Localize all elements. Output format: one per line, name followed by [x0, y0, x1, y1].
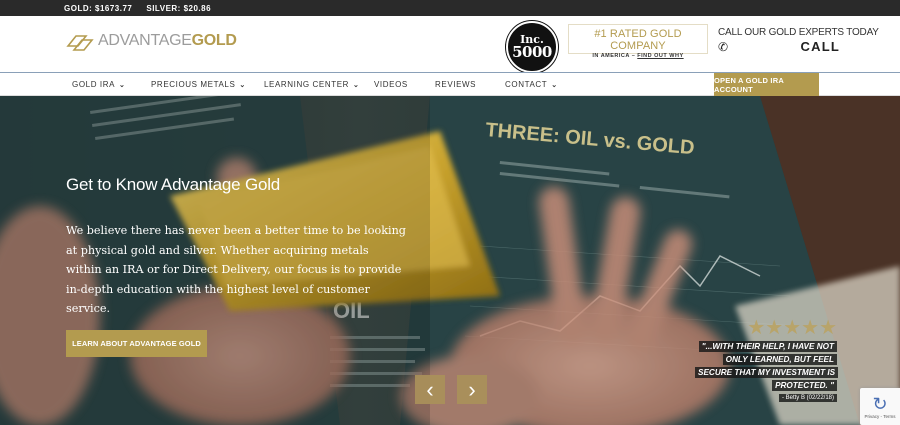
- inc-5000-badge: Inc. 5000: [506, 21, 558, 73]
- recaptcha-badge[interactable]: ↻ Privacy - Terms: [860, 388, 900, 425]
- learn-about-button[interactable]: LEARN ABOUT ADVANTAGE GOLD: [66, 330, 207, 357]
- rated-title: #1 RATED GOLD COMPANY: [594, 28, 682, 52]
- silver-price: SILVER: $20.86: [146, 3, 212, 13]
- chevron-down-icon: ⌄: [239, 81, 246, 89]
- testimonial: ★★★★★ "...WITH THEIR HELP, I HAVE NOT ON…: [695, 317, 839, 402]
- rated-gold-company-badge[interactable]: #1 RATED GOLD COMPANY IN AMERICA – FIND …: [568, 24, 708, 59]
- testimonial-quote: "...WITH THEIR HELP, I HAVE NOT ONLY LEA…: [695, 340, 839, 392]
- slider-prev-button[interactable]: ‹: [415, 375, 445, 404]
- slider-next-button[interactable]: ›: [457, 375, 487, 404]
- site-header: ADVANTAGEGOLD Inc. 5000 #1 RATED GOLD CO…: [0, 16, 900, 73]
- site-logo[interactable]: ADVANTAGEGOLD: [66, 30, 237, 52]
- nav-item-learning-center[interactable]: LEARNING CENTER ⌄: [264, 73, 359, 96]
- hero-description: We believe there has never been a better…: [66, 224, 406, 315]
- phone-icon: ✆: [718, 39, 729, 54]
- price-ticker: GOLD: $1673.77 SILVER: $20.86: [0, 0, 900, 16]
- gold-price: GOLD: $1673.77: [64, 3, 133, 13]
- chevron-down-icon: ⌄: [353, 81, 360, 89]
- recaptcha-icon: ↻: [872, 394, 888, 414]
- hero-slider: THREE: OIL vs. GOLD OIL Get to Know Adva…: [0, 96, 900, 425]
- call-us-block: CALL OUR GOLD EXPERTS TODAY ✆ CALL: [718, 27, 879, 54]
- call-us-text: CALL OUR GOLD EXPERTS TODAY: [718, 27, 879, 38]
- chevron-left-icon: ‹: [426, 376, 434, 402]
- chevron-down-icon: ⌄: [119, 81, 126, 89]
- chevron-right-icon: ›: [468, 376, 476, 402]
- find-out-why-link[interactable]: FIND OUT WHY: [637, 53, 683, 59]
- chevron-down-icon: ⌄: [551, 81, 558, 89]
- open-gold-ira-account-button[interactable]: OPEN A GOLD IRA ACCOUNT: [714, 73, 819, 97]
- nav-item-contact[interactable]: CONTACT ⌄: [505, 73, 558, 96]
- nav-item-reviews[interactable]: REVIEWS: [435, 73, 476, 96]
- star-rating-icon: ★★★★★: [747, 317, 837, 339]
- nav-item-precious-metals[interactable]: PRECIOUS METALS ⌄: [151, 73, 246, 96]
- nav-item-gold-ira[interactable]: GOLD IRA ⌄: [72, 73, 126, 96]
- call-button[interactable]: CALL: [801, 39, 840, 54]
- nav-item-videos[interactable]: VIDEOS: [374, 73, 408, 96]
- testimonial-author: - Betty B (02/22/18): [695, 394, 837, 402]
- main-nav: GOLD IRA ⌄ PRECIOUS METALS ⌄ LEARNING CENT…: [0, 72, 900, 97]
- gold-bars-logo-icon: [66, 35, 94, 51]
- rated-subtitle: IN AMERICA – FIND OUT WHY: [592, 53, 684, 59]
- logo-text: ADVANTAGEGOLD: [98, 32, 237, 49]
- recaptcha-terms: Privacy - Terms: [864, 414, 896, 419]
- hero-title: Get to Know Advantage Gold: [66, 175, 281, 194]
